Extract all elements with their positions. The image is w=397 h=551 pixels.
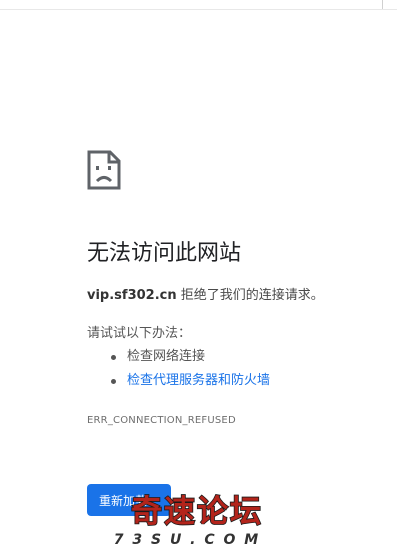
error-message: vip.sf302.cn 拒绝了我们的连接请求。 <box>87 287 324 305</box>
sad-page-icon <box>87 150 121 190</box>
message-suffix: 拒绝了我们的连接请求。 <box>176 288 324 303</box>
suggestion-check-proxy-link[interactable]: 检查代理服务器和防火墙 <box>127 373 270 388</box>
list-item: 检查代理服务器和防火墙 <box>108 372 270 396</box>
watermark-logo: 奇速论坛 7 3 S U . C O M <box>114 493 263 548</box>
top-edge-divider <box>382 0 383 9</box>
list-item: 检查网络连接 <box>108 348 270 372</box>
suggestion-check-network: 检查网络连接 <box>127 349 206 364</box>
bullet-dot <box>111 379 116 384</box>
suggestions-list: 检查网络连接 检查代理服务器和防火墙 <box>108 348 270 396</box>
host-name: vip.sf302.cn <box>87 288 177 303</box>
browser-top-edge <box>0 0 397 10</box>
watermark-subtitle: 7 3 S U . C O M <box>114 532 260 548</box>
suggestions-heading: 请试试以下办法： <box>87 326 192 341</box>
watermark-title: 奇速论坛 <box>131 494 263 530</box>
bullet-dot <box>111 355 116 360</box>
error-page: 无法访问此网站 vip.sf302.cn 拒绝了我们的连接请求。 请试试以下办法… <box>0 0 397 551</box>
error-code: ERR_CONNECTION_REFUSED <box>87 415 236 426</box>
page-title: 无法访问此网站 <box>87 241 242 266</box>
